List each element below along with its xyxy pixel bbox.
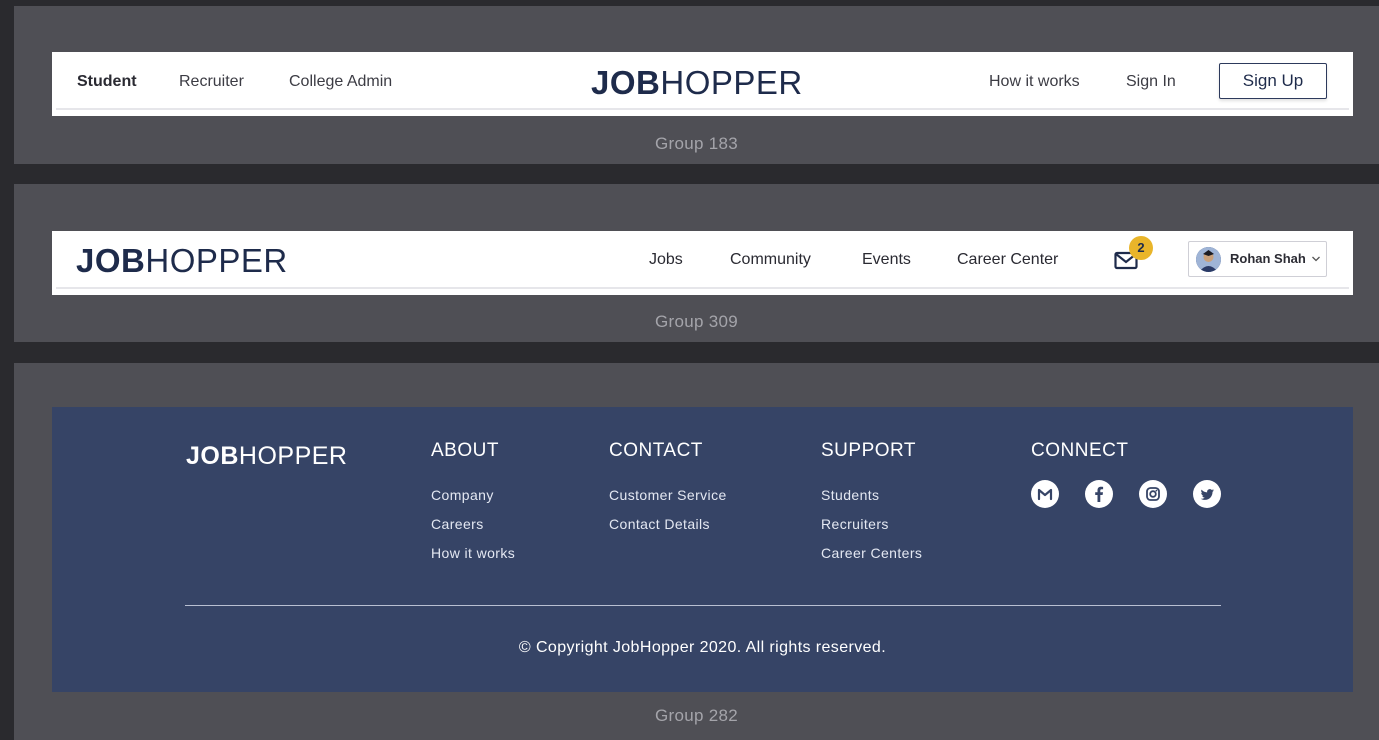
- footer-divider: [185, 605, 1221, 606]
- copyright-text: © Copyright JobHopper 2020. All rights r…: [518, 639, 887, 656]
- nav-community[interactable]: Community: [730, 250, 811, 270]
- gmail-icon[interactable]: [1031, 480, 1059, 508]
- artboard-group-282: JOBHOPPER ABOUT Company Careers How it w…: [14, 363, 1379, 740]
- sign-up-button[interactable]: Sign Up: [1219, 63, 1327, 99]
- site-footer: JOBHOPPER ABOUT Company Careers How it w…: [52, 407, 1353, 692]
- footer-link-contact-details[interactable]: Contact Details: [609, 516, 710, 532]
- logo-thin-text: HOPPER: [660, 64, 803, 101]
- user-menu-dropdown[interactable]: Rohan Shah: [1188, 241, 1327, 277]
- user-header: JOBHOPPER Jobs Community Events Career C…: [52, 231, 1353, 295]
- notification-badge: 2: [1129, 236, 1153, 260]
- footer-link-how-it-works[interactable]: How it works: [431, 545, 515, 561]
- guest-header: Student Recruiter College Admin JOBHOPPE…: [52, 52, 1353, 116]
- nav-jobs[interactable]: Jobs: [649, 250, 683, 270]
- group-label: Group 282: [654, 706, 739, 725]
- footer-link-students[interactable]: Students: [821, 487, 879, 503]
- logo-thin-text: HOPPER: [238, 442, 348, 470]
- jobhopper-logo[interactable]: JOBHOPPER: [76, 244, 288, 277]
- logo-bold-text: JOB: [591, 64, 661, 101]
- footer-heading-about: ABOUT: [431, 440, 499, 461]
- facebook-icon[interactable]: [1085, 480, 1113, 508]
- instagram-icon[interactable]: [1139, 480, 1167, 508]
- avatar: [1196, 247, 1221, 272]
- footer-heading-contact: CONTACT: [609, 440, 703, 461]
- chevron-down-icon: [1312, 256, 1320, 262]
- nav-events[interactable]: Events: [862, 250, 911, 270]
- user-name: Rohan Shah: [1230, 251, 1306, 266]
- group-label: Group 309: [654, 312, 739, 331]
- logo-bold-text: JOB: [76, 242, 146, 279]
- footer-link-careers[interactable]: Careers: [431, 516, 484, 532]
- footer-heading-connect: CONNECT: [1031, 440, 1129, 461]
- nav-college-admin[interactable]: College Admin: [289, 72, 392, 92]
- footer-link-company[interactable]: Company: [431, 487, 494, 503]
- jobhopper-logo[interactable]: JOBHOPPER: [591, 66, 803, 99]
- logo-thin-text: HOPPER: [145, 242, 288, 279]
- footer-heading-support: SUPPORT: [821, 440, 917, 461]
- footer-link-recruiters[interactable]: Recruiters: [821, 516, 889, 532]
- nav-career-center[interactable]: Career Center: [957, 250, 1058, 270]
- artboard-group-183: Student Recruiter College Admin JOBHOPPE…: [14, 6, 1379, 164]
- sign-in-link[interactable]: Sign In: [1126, 72, 1176, 92]
- artboard-group-309: JOBHOPPER Jobs Community Events Career C…: [14, 184, 1379, 342]
- nav-student[interactable]: Student: [77, 72, 137, 92]
- footer-logo[interactable]: JOBHOPPER: [186, 444, 348, 469]
- group-label: Group 183: [654, 134, 739, 153]
- twitter-icon[interactable]: [1193, 480, 1221, 508]
- footer-link-customer-service[interactable]: Customer Service: [609, 487, 727, 503]
- footer-link-career-centers[interactable]: Career Centers: [821, 545, 922, 561]
- nav-recruiter[interactable]: Recruiter: [179, 72, 244, 92]
- logo-bold-text: JOB: [186, 442, 239, 470]
- nav-how-it-works[interactable]: How it works: [989, 72, 1080, 92]
